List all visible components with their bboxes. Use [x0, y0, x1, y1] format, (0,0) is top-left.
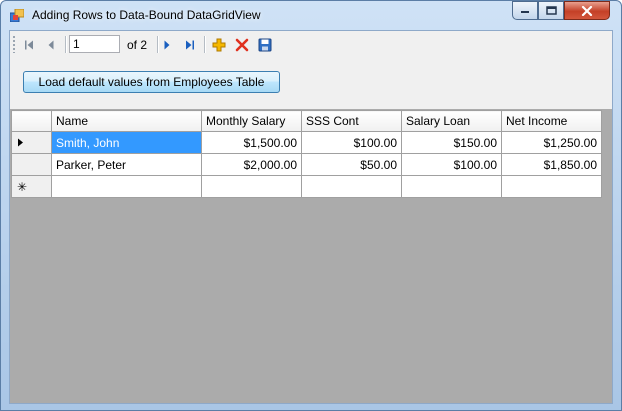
- move-next-icon: [164, 40, 170, 50]
- title-bar[interactable]: Adding Rows to Data-Bound DataGridView: [1, 1, 621, 29]
- minimize-button[interactable]: [512, 1, 538, 20]
- current-row-arrow-icon: [18, 138, 23, 146]
- move-previous-icon: [48, 40, 54, 50]
- move-last-icon: [186, 40, 194, 50]
- column-header-row: Name Monthly Salary SSS Cont Salary Loan…: [11, 110, 602, 132]
- app-window: Adding Rows to Data-Bound DataGridView 1: [0, 0, 622, 411]
- new-row[interactable]: ✳: [11, 175, 602, 198]
- cell-name[interactable]: Smith, John: [51, 131, 202, 154]
- move-previous-button[interactable]: [41, 35, 61, 55]
- row-header[interactable]: [11, 153, 52, 176]
- cell-monthly-salary[interactable]: $1,500.00: [201, 131, 302, 154]
- add-new-icon: [212, 38, 226, 52]
- new-cell-salary-loan[interactable]: [401, 175, 502, 198]
- move-last-button[interactable]: [180, 35, 200, 55]
- grid-table: Name Monthly Salary SSS Cont Salary Loan…: [11, 110, 602, 198]
- count-label: of 2: [127, 38, 148, 52]
- toolbar-grip[interactable]: [13, 36, 15, 53]
- move-first-button[interactable]: [19, 35, 39, 55]
- new-cell-name[interactable]: [51, 175, 202, 198]
- save-button[interactable]: [255, 35, 275, 55]
- close-icon: [581, 5, 593, 16]
- row-header[interactable]: [11, 131, 52, 154]
- window-title: Adding Rows to Data-Bound DataGridView: [32, 8, 261, 22]
- cell-net-income[interactable]: $1,250.00: [501, 131, 602, 154]
- toolbar-separator: [204, 36, 206, 53]
- add-new-button[interactable]: [209, 35, 229, 55]
- cell-net-income[interactable]: $1,850.00: [501, 153, 602, 176]
- caption-buttons: [512, 1, 610, 21]
- grid-corner-header[interactable]: [11, 110, 52, 132]
- table-row[interactable]: Parker, Peter $2,000.00 $50.00 $100.00 $…: [11, 153, 602, 176]
- column-header-monthly-salary[interactable]: Monthly Salary: [201, 110, 302, 132]
- new-cell-monthly-salary[interactable]: [201, 175, 302, 198]
- new-row-marker-icon: ✳: [17, 179, 28, 194]
- column-header-salary-loan[interactable]: Salary Loan: [401, 110, 502, 132]
- maximize-button[interactable]: [538, 1, 564, 20]
- binding-navigator: 1 of 2: [10, 31, 612, 58]
- position-input[interactable]: 1: [69, 35, 120, 53]
- cell-name[interactable]: Parker, Peter: [51, 153, 202, 176]
- cell-sss-cont[interactable]: $100.00: [301, 131, 402, 154]
- cell-sss-cont[interactable]: $50.00: [301, 153, 402, 176]
- new-cell-sss-cont[interactable]: [301, 175, 402, 198]
- move-first-icon: [25, 40, 33, 50]
- column-header-name[interactable]: Name: [51, 110, 202, 132]
- new-row-header[interactable]: ✳: [11, 175, 52, 198]
- cell-monthly-salary[interactable]: $2,000.00: [201, 153, 302, 176]
- column-header-net-income[interactable]: Net Income: [501, 110, 602, 132]
- move-next-button[interactable]: [157, 35, 177, 55]
- maximize-icon: [545, 6, 557, 15]
- delete-button[interactable]: [232, 35, 252, 55]
- delete-icon: [235, 38, 249, 52]
- load-defaults-button[interactable]: Load default values from Employees Table: [23, 71, 280, 93]
- data-grid-view[interactable]: Name Monthly Salary SSS Cont Salary Loan…: [10, 109, 612, 403]
- new-cell-net-income[interactable]: [501, 175, 602, 198]
- column-header-sss-cont[interactable]: SSS Cont: [301, 110, 402, 132]
- cell-salary-loan[interactable]: $100.00: [401, 153, 502, 176]
- table-row[interactable]: Smith, John $1,500.00 $100.00 $150.00 $1…: [11, 131, 602, 154]
- minimize-icon: [521, 10, 529, 13]
- form-client-area: 1 of 2 Load default values from Employee…: [9, 30, 613, 404]
- app-icon: [10, 9, 24, 22]
- toolbar-separator: [65, 36, 67, 53]
- save-icon: [258, 38, 272, 52]
- close-button[interactable]: [564, 1, 610, 20]
- cell-salary-loan[interactable]: $150.00: [401, 131, 502, 154]
